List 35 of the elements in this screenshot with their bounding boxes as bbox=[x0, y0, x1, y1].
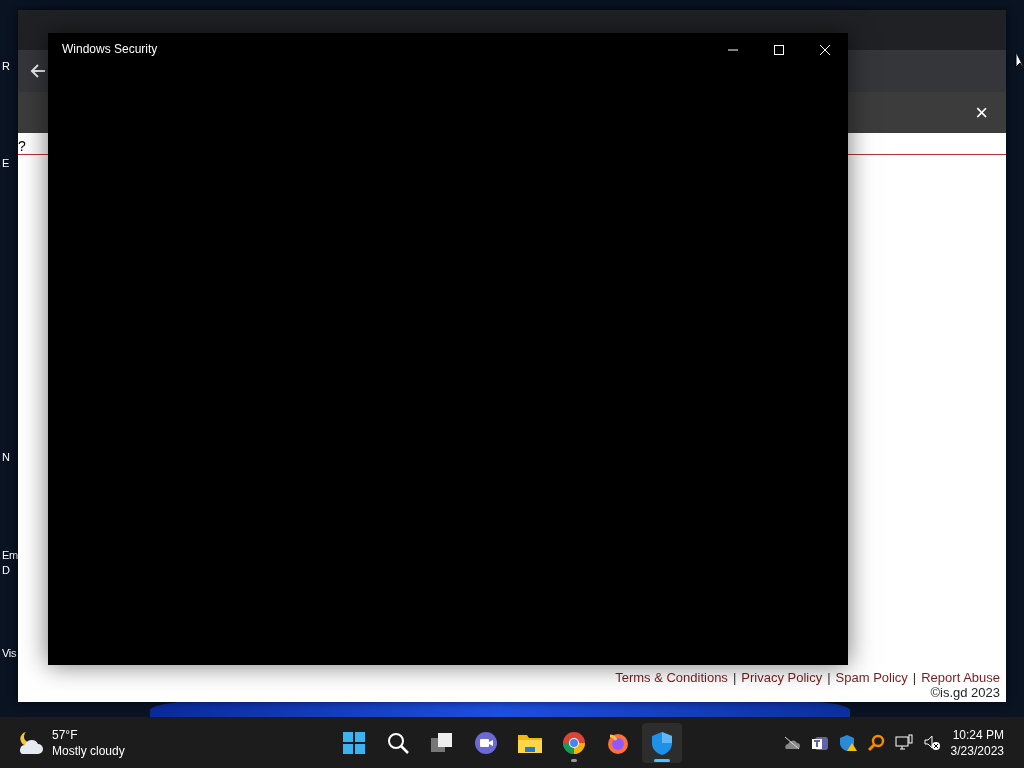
desktop-icon-label: Em bbox=[2, 549, 18, 562]
taskbar-app-button[interactable] bbox=[642, 722, 682, 763]
close-button[interactable]: × bbox=[971, 101, 992, 124]
footer-link[interactable]: Terms & Conditions bbox=[615, 670, 728, 685]
shield-icon bbox=[649, 729, 675, 756]
window-title: Windows Security bbox=[62, 41, 158, 58]
desktop-icon-label: Vis bbox=[2, 647, 17, 660]
desktop-icon-label: N bbox=[2, 451, 10, 464]
desktop-icon-label: R bbox=[2, 60, 10, 73]
mouse-pointer-icon bbox=[1015, 52, 1024, 70]
link-separator: | bbox=[912, 670, 917, 685]
footer-link[interactable]: Report Abuse bbox=[921, 670, 1000, 685]
desktop-icon-label: E bbox=[2, 157, 10, 170]
help-mark: ? bbox=[18, 137, 26, 156]
shield-warning-icon[interactable] bbox=[838, 733, 857, 752]
footer-link[interactable]: Privacy Policy bbox=[741, 670, 823, 685]
close-icon bbox=[820, 45, 830, 55]
cloud-off-icon[interactable] bbox=[782, 735, 801, 750]
clock-date[interactable]: 3/23/2023 bbox=[950, 742, 1004, 759]
magnifier-icon[interactable] bbox=[866, 733, 885, 752]
speaker-muted-icon[interactable] bbox=[922, 733, 941, 752]
copyright-text: ©is.gd 2023 bbox=[929, 685, 1000, 700]
desktop-icon-label: D bbox=[2, 564, 10, 577]
link-separator: | bbox=[827, 670, 831, 685]
network-icon[interactable] bbox=[894, 733, 913, 752]
clock-time[interactable]: 10:24 PM bbox=[950, 726, 1004, 743]
maximize-icon bbox=[774, 45, 784, 55]
link-separator: | bbox=[732, 670, 737, 685]
back-arrow-icon[interactable] bbox=[30, 63, 46, 79]
footer-link[interactable]: Spam Policy bbox=[835, 670, 908, 685]
weather-condition-text: Mostly cloudy bbox=[52, 742, 125, 759]
video-chat-icon bbox=[473, 729, 499, 756]
temperature-text: 57°F bbox=[52, 726, 79, 743]
windows-logo-icon bbox=[341, 729, 367, 756]
chrome-logo-icon bbox=[561, 729, 587, 756]
